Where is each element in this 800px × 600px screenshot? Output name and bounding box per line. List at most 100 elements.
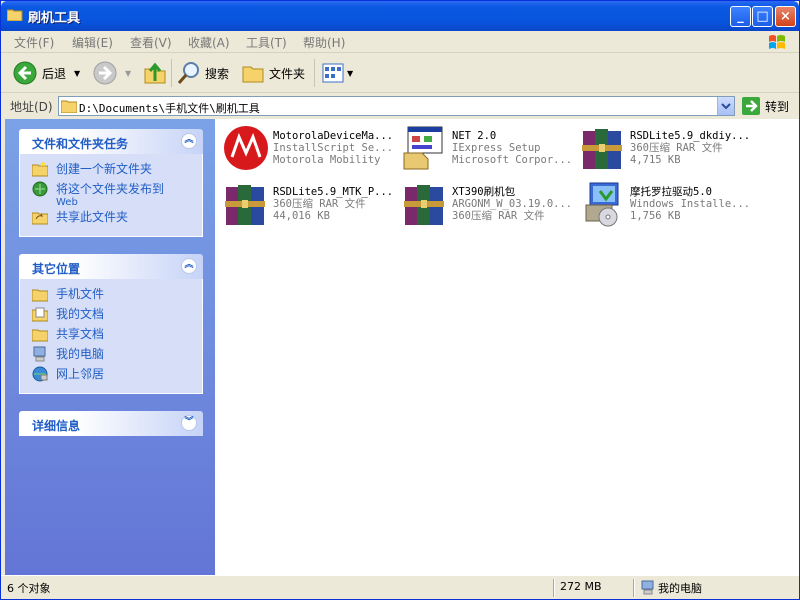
publish-web-icon: [32, 181, 48, 197]
search-button[interactable]: 搜索: [177, 61, 229, 85]
address-dropdown-button[interactable]: [717, 97, 734, 115]
task-label: 创建一个新文件夹: [56, 162, 153, 176]
other-places-panel: 其它位置 ︽ 手机文件 我的文档 共享文档 我的电脑 网上邻居: [19, 254, 203, 394]
chevron-down-icon[interactable]: ▼: [125, 69, 131, 78]
toolbar-separator: [314, 59, 315, 87]
panel-header[interactable]: 文件和文件夹任务 ︽: [19, 129, 203, 154]
task-new-folder[interactable]: 创建一个新文件夹: [20, 160, 202, 180]
place-my-computer[interactable]: 我的电脑: [20, 345, 202, 365]
menu-edit[interactable]: 编辑(E): [72, 34, 113, 51]
panel-title: 详细信息: [32, 419, 81, 433]
forward-arrow-icon: [93, 61, 117, 85]
computer-icon: [33, 346, 46, 362]
up-folder-button[interactable]: [143, 61, 167, 85]
file-name: XT390刷机包: [452, 186, 516, 198]
views-icon: [322, 63, 344, 83]
file-name: NET 2.0: [452, 130, 497, 142]
status-size: 272 MB: [560, 580, 602, 593]
folder-icon: [7, 9, 23, 21]
window-title: 刷机工具: [28, 11, 81, 26]
place-label: 共享文档: [56, 327, 105, 341]
file-item[interactable]: NET 2.0 IExpress Setup Microsoft Corpor.…: [398, 123, 576, 171]
file-item[interactable]: MotorolaDeviceMa... InstallScript Se... …: [219, 123, 397, 171]
menu-favorites[interactable]: 收藏(A): [188, 34, 230, 51]
chevron-down-icon[interactable]: ▼: [74, 69, 80, 78]
file-info: 360压缩 RAR 文件: [452, 210, 545, 222]
task-sublabel: Web: [56, 197, 78, 208]
file-name: 摩托罗拉驱动5.0: [630, 186, 712, 198]
views-button[interactable]: ▼: [321, 61, 353, 85]
address-path: D:\Documents\手机文件\刷机工具: [79, 102, 260, 115]
toolbar-separator: [171, 59, 172, 87]
collapse-icon[interactable]: ︽: [181, 133, 197, 149]
file-item[interactable]: RSDLite5.9_dkdiy... 360压缩 RAR 文件 4,715 K…: [576, 123, 754, 171]
msi-installer-icon: [585, 182, 619, 227]
toolbar: 后退 ▼ ▼ 搜索 文件夹 ▼: [1, 53, 799, 93]
status-separator: [633, 579, 635, 597]
chevron-down-icon[interactable]: ▼: [347, 69, 353, 78]
title-bar[interactable]: 刷机工具 _ □ ×: [1, 1, 799, 31]
place-phone-files[interactable]: 手机文件: [20, 285, 202, 305]
rar-icon: [225, 185, 265, 225]
folder-icon: [61, 100, 77, 113]
panel-header[interactable]: 详细信息 ︾: [19, 411, 203, 436]
file-list: MotorolaDeviceMa... InstallScript Se... …: [215, 119, 799, 575]
motorola-icon: [224, 126, 268, 170]
panel-header[interactable]: 其它位置 ︽: [19, 254, 203, 279]
file-info: 4,715 KB: [630, 154, 681, 166]
panel-title: 其它位置: [32, 262, 81, 276]
up-folder-icon: [144, 62, 166, 84]
place-shared-docs[interactable]: 共享文档: [20, 325, 202, 345]
folders-label: 文件夹: [269, 66, 306, 81]
file-name: MotorolaDeviceMa...: [273, 130, 394, 142]
file-name: RSDLite5.9_MTK_P...: [273, 186, 394, 198]
folders-icon: [242, 66, 264, 83]
rar-icon: [582, 129, 622, 169]
back-button[interactable]: 后退 ▼: [13, 61, 80, 85]
address-field[interactable]: D:\Documents\手机文件\刷机工具: [58, 96, 735, 116]
place-label: 手机文件: [56, 287, 105, 301]
task-share-folder[interactable]: 共享此文件夹: [20, 208, 202, 228]
network-icon: [32, 366, 48, 382]
close-button[interactable]: ×: [775, 6, 796, 27]
file-item[interactable]: RSDLite5.9_MTK_P... 360压缩 RAR 文件 44,016 …: [219, 179, 397, 227]
place-label: 我的电脑: [56, 347, 105, 361]
new-folder-icon: [32, 161, 48, 177]
file-info: 1,756 KB: [630, 210, 681, 222]
menu-view[interactable]: 查看(V): [130, 34, 172, 51]
expand-icon[interactable]: ︾: [181, 415, 197, 431]
menu-tools[interactable]: 工具(T): [246, 34, 287, 51]
forward-button[interactable]: ▼: [93, 61, 131, 85]
place-network[interactable]: 网上邻居: [20, 365, 202, 385]
task-label: 共享此文件夹: [56, 210, 129, 224]
menu-file[interactable]: 文件(F): [14, 34, 54, 51]
explorer-window: 刷机工具 _ □ × 文件(F) 编辑(E) 查看(V) 收藏(A) 工具(T)…: [0, 0, 800, 600]
place-my-documents[interactable]: 我的文档: [20, 305, 202, 325]
maximize-button[interactable]: □: [752, 6, 773, 27]
minimize-button[interactable]: _: [730, 6, 751, 27]
folders-button[interactable]: 文件夹: [241, 61, 305, 85]
address-label: 地址(D): [10, 100, 53, 114]
file-type: InstallScript Se...: [273, 142, 394, 154]
status-object-count: 6 个对象: [7, 582, 51, 595]
file-item[interactable]: XT390刷机包 ARGONM_W_03.19.0... 360压缩 RAR 文…: [398, 179, 576, 227]
rar-icon: [404, 185, 444, 225]
file-info: 44,016 KB: [273, 210, 330, 222]
collapse-icon[interactable]: ︽: [181, 258, 197, 274]
file-type: 360压缩 RAR 文件: [273, 198, 366, 210]
go-label: 转到: [765, 99, 790, 114]
file-item[interactable]: 摩托罗拉驱动5.0 Windows Installe... 1,756 KB: [576, 179, 754, 227]
status-bar: 6 个对象 272 MB 我的电脑: [1, 575, 799, 599]
task-label: 将这个文件夹发布到: [56, 182, 165, 196]
chevron-down-icon: [721, 103, 731, 110]
menu-bar: 文件(F) 编辑(E) 查看(V) 收藏(A) 工具(T) 帮助(H): [1, 31, 799, 53]
search-icon: [177, 62, 199, 84]
file-info: Motorola Mobility: [273, 154, 381, 166]
go-button[interactable]: 转到: [742, 97, 789, 115]
shared-docs-icon: [32, 329, 48, 342]
panel-body: 手机文件 我的文档 共享文档 我的电脑 网上邻居: [19, 279, 203, 394]
menu-help[interactable]: 帮助(H): [303, 34, 345, 51]
task-publish-web[interactable]: 将这个文件夹发布到 Web: [20, 180, 202, 208]
address-bar: 地址(D) D:\Documents\手机文件\刷机工具 转到: [1, 93, 799, 119]
file-name: RSDLite5.9_dkdiy...: [630, 130, 751, 142]
